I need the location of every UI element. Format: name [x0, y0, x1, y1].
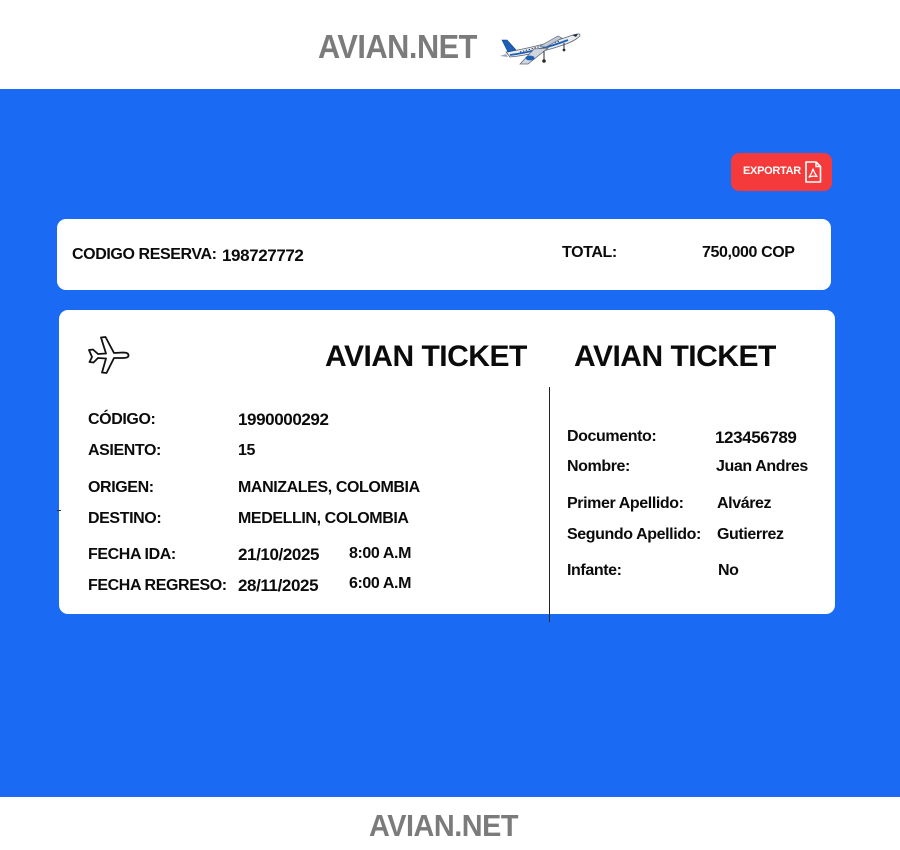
primer-apellido-label: Primer Apellido: — [567, 495, 684, 512]
reservation-code-value: 198727772 — [222, 246, 304, 265]
documento-value: 123456789 — [715, 428, 797, 447]
ticket-title-left: AVIAN TICKET — [325, 340, 527, 373]
origen-label: ORIGEN: — [88, 479, 154, 496]
asiento-value: 15 — [238, 442, 255, 459]
origen-value: MANIZALES, COLOMBIA — [238, 479, 420, 496]
fecha-regreso-time: 6:00 A.M — [349, 575, 412, 592]
nombre-label: Nombre: — [567, 458, 630, 475]
total-value: 750,000 COP — [702, 244, 795, 261]
site-footer: AVIAN.NET — [0, 797, 900, 850]
ticket-card: AVIAN TICKET AVIAN TICKET CÓDIGO: 199000… — [59, 310, 835, 614]
destino-label: DESTINO: — [88, 510, 162, 527]
fecha-regreso-label: FECHA REGRESO: — [88, 577, 227, 594]
fecha-ida-time: 8:00 A.M — [349, 545, 412, 562]
ticket-title-right: AVIAN TICKET — [574, 340, 776, 373]
infante-value: No — [718, 562, 739, 579]
fecha-ida-date: 21/10/2025 — [238, 545, 320, 564]
pdf-file-icon — [805, 161, 822, 183]
brand-logo-text[interactable]: AVIAN.NET — [318, 28, 477, 66]
destino-value: MEDELLIN, COLOMBIA — [238, 510, 409, 527]
codigo-label: CÓDIGO: — [88, 411, 156, 428]
codigo-value: 1990000292 — [238, 410, 329, 429]
segundo-apellido-label: Segundo Apellido: — [567, 526, 701, 543]
infante-label: Infante: — [567, 562, 622, 579]
reservation-summary-card: CODIGO RESERVA: 198727772 TOTAL: 750,000… — [57, 219, 831, 290]
nombre-value: Juan Andres — [716, 458, 808, 475]
ticket-divider — [549, 387, 550, 622]
primer-apellido-value: Alvárez — [717, 495, 772, 512]
footer-brand-text[interactable]: AVIAN.NET — [369, 808, 519, 844]
asiento-label: ASIENTO: — [88, 442, 161, 459]
site-header: AVIAN.NET — [0, 0, 900, 89]
export-button-label: EXPORTAR — [743, 165, 801, 177]
ticket-edge-mark — [57, 510, 61, 511]
documento-label: Documento: — [567, 428, 657, 445]
export-pdf-button[interactable]: EXPORTAR — [731, 153, 832, 191]
fecha-regreso-date: 28/11/2025 — [238, 576, 319, 595]
airliner-logo-icon — [500, 33, 581, 65]
airplane-outline-icon — [88, 336, 130, 374]
fecha-ida-label: FECHA IDA: — [88, 546, 176, 563]
total-label: TOTAL: — [562, 244, 617, 261]
segundo-apellido-value: Gutierrez — [717, 526, 784, 543]
reservation-code-label: CODIGO RESERVA: — [72, 246, 217, 263]
